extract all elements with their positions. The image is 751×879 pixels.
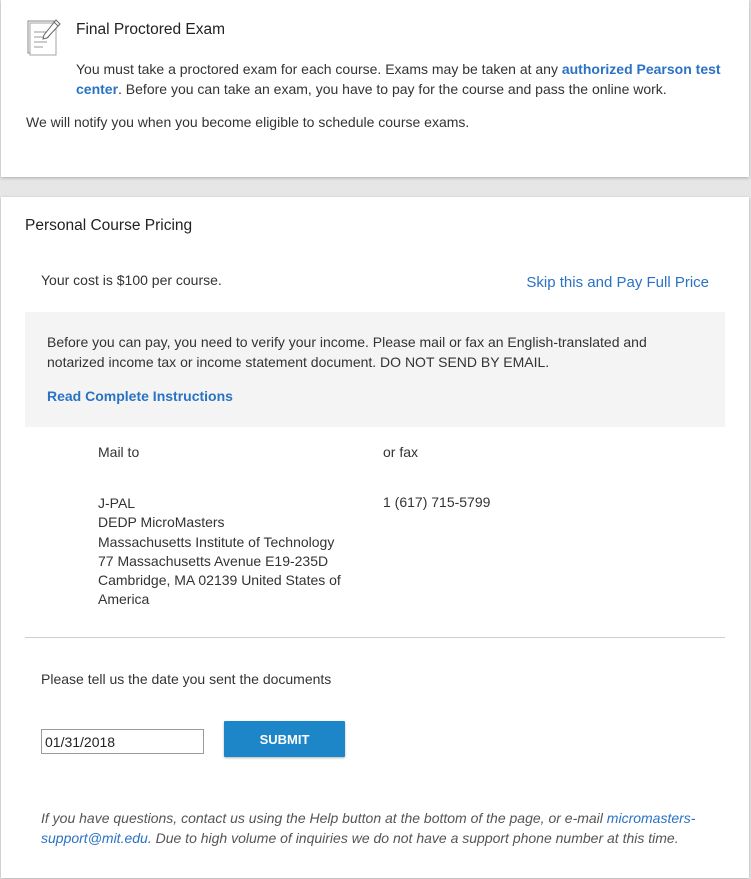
exam-title: Final Proctored Exam <box>76 21 226 38</box>
fax-label: or fax <box>383 444 419 460</box>
help-text-end: . Due to high volume of inquiries we do … <box>147 830 679 846</box>
help-notice: If you have questions, contact us using … <box>41 808 711 848</box>
skip-pay-full-price-link[interactable]: Skip this and Pay Full Price <box>526 274 709 291</box>
fax-number: 1 (617) 715-5799 <box>383 494 491 510</box>
pricing-title: Personal Course Pricing <box>25 217 193 234</box>
personal-pricing-card: Personal Course Pricing Your cost is $10… <box>1 197 749 878</box>
exam-paper-pencil-icon <box>25 18 61 58</box>
help-text: If you have questions, contact us using … <box>41 810 607 826</box>
exam-description-text: You must take a proctored exam for each … <box>76 61 562 77</box>
address-line: DEDP MicroMasters <box>98 514 225 531</box>
exam-description-text-end: . Before you can take an exam, you have … <box>118 81 667 97</box>
address-line: Cambridge, MA 02139 United States of Ame… <box>98 572 341 608</box>
course-cost: Your cost is $100 per course. <box>41 272 222 288</box>
date-sent-prompt: Please tell us the date you sent the doc… <box>41 671 332 687</box>
exam-description: You must take a proctored exam for each … <box>76 59 726 99</box>
final-exam-card: Final Proctored Exam You must take a pro… <box>1 0 749 177</box>
read-instructions-link[interactable]: Read Complete Instructions <box>47 388 233 404</box>
address-line: 77 Massachusetts Avenue E19-235D <box>98 552 329 569</box>
address-line: Massachusetts Institute of Technology <box>98 533 335 550</box>
divider <box>25 637 725 638</box>
eligibility-notice: We will notify you when you become eligi… <box>26 114 470 130</box>
address-line: J-PAL <box>98 495 136 511</box>
income-verification-panel: Before you can pay, you need to verify y… <box>25 312 725 427</box>
mailing-address: J-PAL DEDP MicroMasters Massachusetts In… <box>98 494 358 610</box>
income-verification-text: Before you can pay, you need to verify y… <box>47 334 647 370</box>
date-sent-input[interactable] <box>41 729 204 754</box>
mail-to-label: Mail to <box>98 444 140 460</box>
submit-button[interactable]: SUBMIT <box>224 721 345 757</box>
